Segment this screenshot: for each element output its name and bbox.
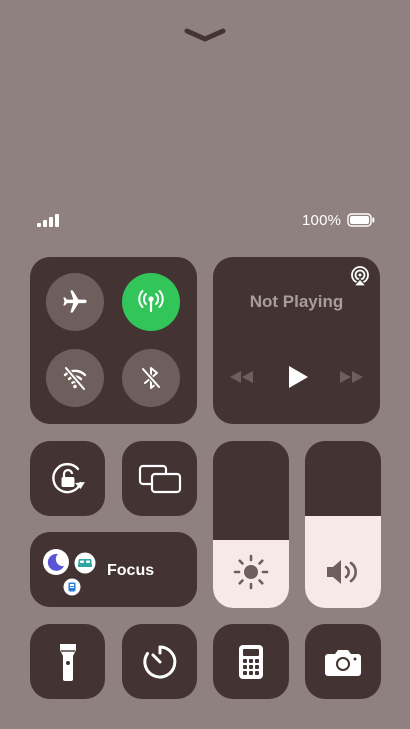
rewind-icon[interactable]: [229, 370, 255, 384]
control-center: 100% Not Playing Focus: [0, 0, 410, 729]
flashlight-icon: [59, 643, 76, 681]
airplane-mode-button[interactable]: [46, 273, 104, 331]
timer-button[interactable]: [122, 624, 197, 699]
play-icon[interactable]: [287, 365, 309, 389]
screen-mirroring-button[interactable]: [122, 441, 197, 516]
badge-icon: [63, 578, 81, 596]
screen-mirroring-icon: [138, 464, 181, 493]
camera-icon: [325, 649, 361, 676]
cellular-data-button[interactable]: [122, 273, 180, 331]
battery-icon: [347, 213, 375, 227]
wifi-off-icon: [63, 366, 87, 391]
speaker-icon: [327, 560, 357, 584]
volume-slider[interactable]: [305, 441, 381, 608]
fast-forward-icon[interactable]: [338, 370, 364, 384]
antenna-icon: [138, 290, 164, 312]
sun-icon: [233, 554, 269, 590]
calculator-icon: [239, 644, 263, 679]
chevron-down-icon[interactable]: [184, 26, 226, 44]
camera-button[interactable]: [305, 624, 381, 699]
battery-percentage: 100%: [302, 212, 342, 229]
brightness-slider[interactable]: [213, 441, 289, 608]
wifi-button[interactable]: [46, 349, 104, 407]
moon-icon: [43, 549, 69, 575]
orientation-lock-icon: [51, 462, 85, 493]
cellular-signal-icon: [37, 213, 59, 227]
focus-label: Focus: [107, 562, 155, 579]
bluetooth-off-icon: [141, 367, 161, 389]
bed-icon: [74, 552, 96, 574]
timer-icon: [142, 645, 176, 678]
calculator-button[interactable]: [213, 624, 289, 699]
flashlight-button[interactable]: [30, 624, 105, 699]
now-playing-title: Not Playing: [249, 292, 344, 311]
airplay-icon[interactable]: [349, 265, 371, 287]
connectivity-tile: [30, 257, 197, 424]
airplane-icon: [63, 290, 87, 313]
orientation-lock-button[interactable]: [30, 441, 105, 516]
bluetooth-button[interactable]: [122, 349, 180, 407]
